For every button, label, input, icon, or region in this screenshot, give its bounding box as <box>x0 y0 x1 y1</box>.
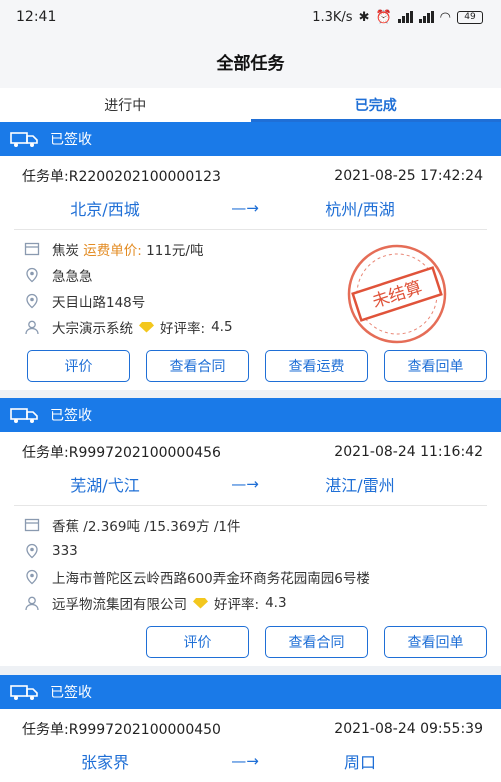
battery-icon: 49 <box>457 10 483 24</box>
route-row: 北京/西城 —→ 杭州/西湖 <box>0 196 501 220</box>
route-to: 周口 <box>343 753 376 772</box>
status-icons: 1.3K/s ✱ ⏰ ◠ 49 <box>312 10 483 25</box>
company-name: 大宗演示系统 <box>52 321 133 337</box>
order-datetime: 2021-08-24 11:16:42 <box>334 444 483 460</box>
card-status: 已签收 <box>50 685 92 701</box>
route-row: 芜湖/弋江 —→ 湛江/雷州 <box>0 472 501 496</box>
unsettled-stamp: 未结算 <box>347 244 447 344</box>
note-row: 333 <box>24 538 501 564</box>
order-datetime: 2021-08-25 17:42:24 <box>334 168 483 184</box>
address-text: 天目山路148号 <box>52 295 146 311</box>
route-from: 芜湖/弋江 <box>70 476 140 495</box>
action-buttons: 评价 查看合同 查看回单 <box>0 616 501 658</box>
route-arrow-icon: —→ <box>231 199 259 217</box>
view-contract-button[interactable]: 查看合同 <box>265 626 368 658</box>
truck-icon <box>10 685 38 700</box>
tab-completed[interactable]: 已完成 <box>250 88 501 122</box>
route-to: 湛江/雷州 <box>325 476 395 495</box>
note-text: 急急急 <box>52 269 93 285</box>
page-title: 全部任务 <box>216 53 285 74</box>
signal-icon <box>397 11 413 23</box>
tab-in-progress[interactable]: 进行中 <box>0 88 251 122</box>
order-number: 任务单:R2200202100000123 <box>22 169 221 185</box>
page-header: 全部任务 <box>0 34 501 88</box>
card-header: 已签收 <box>0 398 501 432</box>
goods-icon <box>24 518 40 532</box>
card-header: 已签收 <box>0 675 501 709</box>
goods-name: 香蕉 /2.369吨 /15.369方 /1件 <box>52 519 241 535</box>
review-button[interactable]: 评价 <box>27 350 130 382</box>
task-card: 已签收 任务单:R9997202100000456 2021-08-24 11:… <box>0 398 501 666</box>
user-icon <box>25 596 39 611</box>
bluetooth-icon: ✱ <box>358 9 370 25</box>
route-row: 张家界 —→ 周口 <box>0 749 501 773</box>
route-arrow-icon: —→ <box>231 752 259 770</box>
freight-value: 111元/吨 <box>146 243 204 259</box>
view-freight-button[interactable]: 查看运费 <box>265 350 368 382</box>
address-text: 上海市普陀区云岭西路600弄金环商务花园南园6号楼 <box>52 571 370 587</box>
task-card: 已签收 任务单:R9997202100000450 2021-08-24 09:… <box>0 675 501 782</box>
order-row: 任务单:R9997202100000450 2021-08-24 09:55:3… <box>0 709 501 749</box>
location-pin-icon <box>26 569 38 585</box>
review-button[interactable]: 评价 <box>146 626 249 658</box>
diamond-icon <box>139 322 154 333</box>
goods-name: 焦炭 <box>52 243 79 259</box>
rating-label: 好评率: <box>214 597 260 613</box>
rating-label: 好评率: <box>160 321 206 337</box>
location-pin-icon <box>26 267 38 283</box>
card-header: 已签收 <box>0 122 501 156</box>
info-list: 香蕉 /2.369吨 /15.369方 /1件 333 上海市普陀区云岭西路60… <box>0 506 501 616</box>
signal-icon-2 <box>418 11 434 23</box>
action-buttons: 评价 查看合同 查看运费 查看回单 <box>0 340 501 382</box>
location-pin-icon <box>26 293 38 309</box>
user-icon <box>25 320 39 335</box>
order-number: 任务单:R9997202100000456 <box>22 445 221 461</box>
address-row: 上海市普陀区云岭西路600弄金环商务花园南园6号楼 <box>24 564 501 590</box>
route-from: 北京/西城 <box>70 200 140 219</box>
wifi-icon: ◠ <box>439 9 451 25</box>
view-contract-button[interactable]: 查看合同 <box>146 350 249 382</box>
route-to: 杭州/西湖 <box>325 200 395 219</box>
note-text: 333 <box>52 543 78 559</box>
tab-bar: 进行中 已完成 <box>0 88 501 122</box>
order-number: 任务单:R9997202100000450 <box>22 722 221 738</box>
task-card: 已签收 任务单:R2200202100000123 2021-08-25 17:… <box>0 122 501 390</box>
goods-icon <box>24 242 40 256</box>
view-receipt-button[interactable]: 查看回单 <box>384 626 487 658</box>
status-time: 12:41 <box>16 9 57 25</box>
freight-label: 运费单价: <box>83 243 142 259</box>
route-arrow-icon: —→ <box>231 475 259 493</box>
view-receipt-button[interactable]: 查看回单 <box>384 350 487 382</box>
rating-value: 4.5 <box>211 319 233 335</box>
order-row: 任务单:R2200202100000123 2021-08-25 17:42:2… <box>0 156 501 196</box>
diamond-icon <box>193 598 208 609</box>
status-bar: 12:41 1.3K/s ✱ ⏰ ◠ 49 <box>0 0 501 34</box>
rating-value: 4.3 <box>265 595 287 611</box>
route-from: 张家界 <box>80 753 129 772</box>
company-row: 远孚物流集团有限公司 好评率: 4.3 <box>24 590 501 616</box>
company-name: 远孚物流集团有限公司 <box>52 597 187 613</box>
location-pin-icon <box>26 543 38 559</box>
alarm-icon: ⏰ <box>375 9 392 25</box>
order-datetime: 2021-08-24 09:55:39 <box>334 721 483 737</box>
network-speed: 1.3K/s <box>312 9 353 25</box>
card-status: 已签收 <box>50 408 92 424</box>
truck-icon <box>10 132 38 147</box>
goods-row: 香蕉 /2.369吨 /15.369方 /1件 <box>24 512 501 538</box>
card-status: 已签收 <box>50 132 92 148</box>
order-row: 任务单:R9997202100000456 2021-08-24 11:16:4… <box>0 432 501 472</box>
truck-icon <box>10 408 38 423</box>
